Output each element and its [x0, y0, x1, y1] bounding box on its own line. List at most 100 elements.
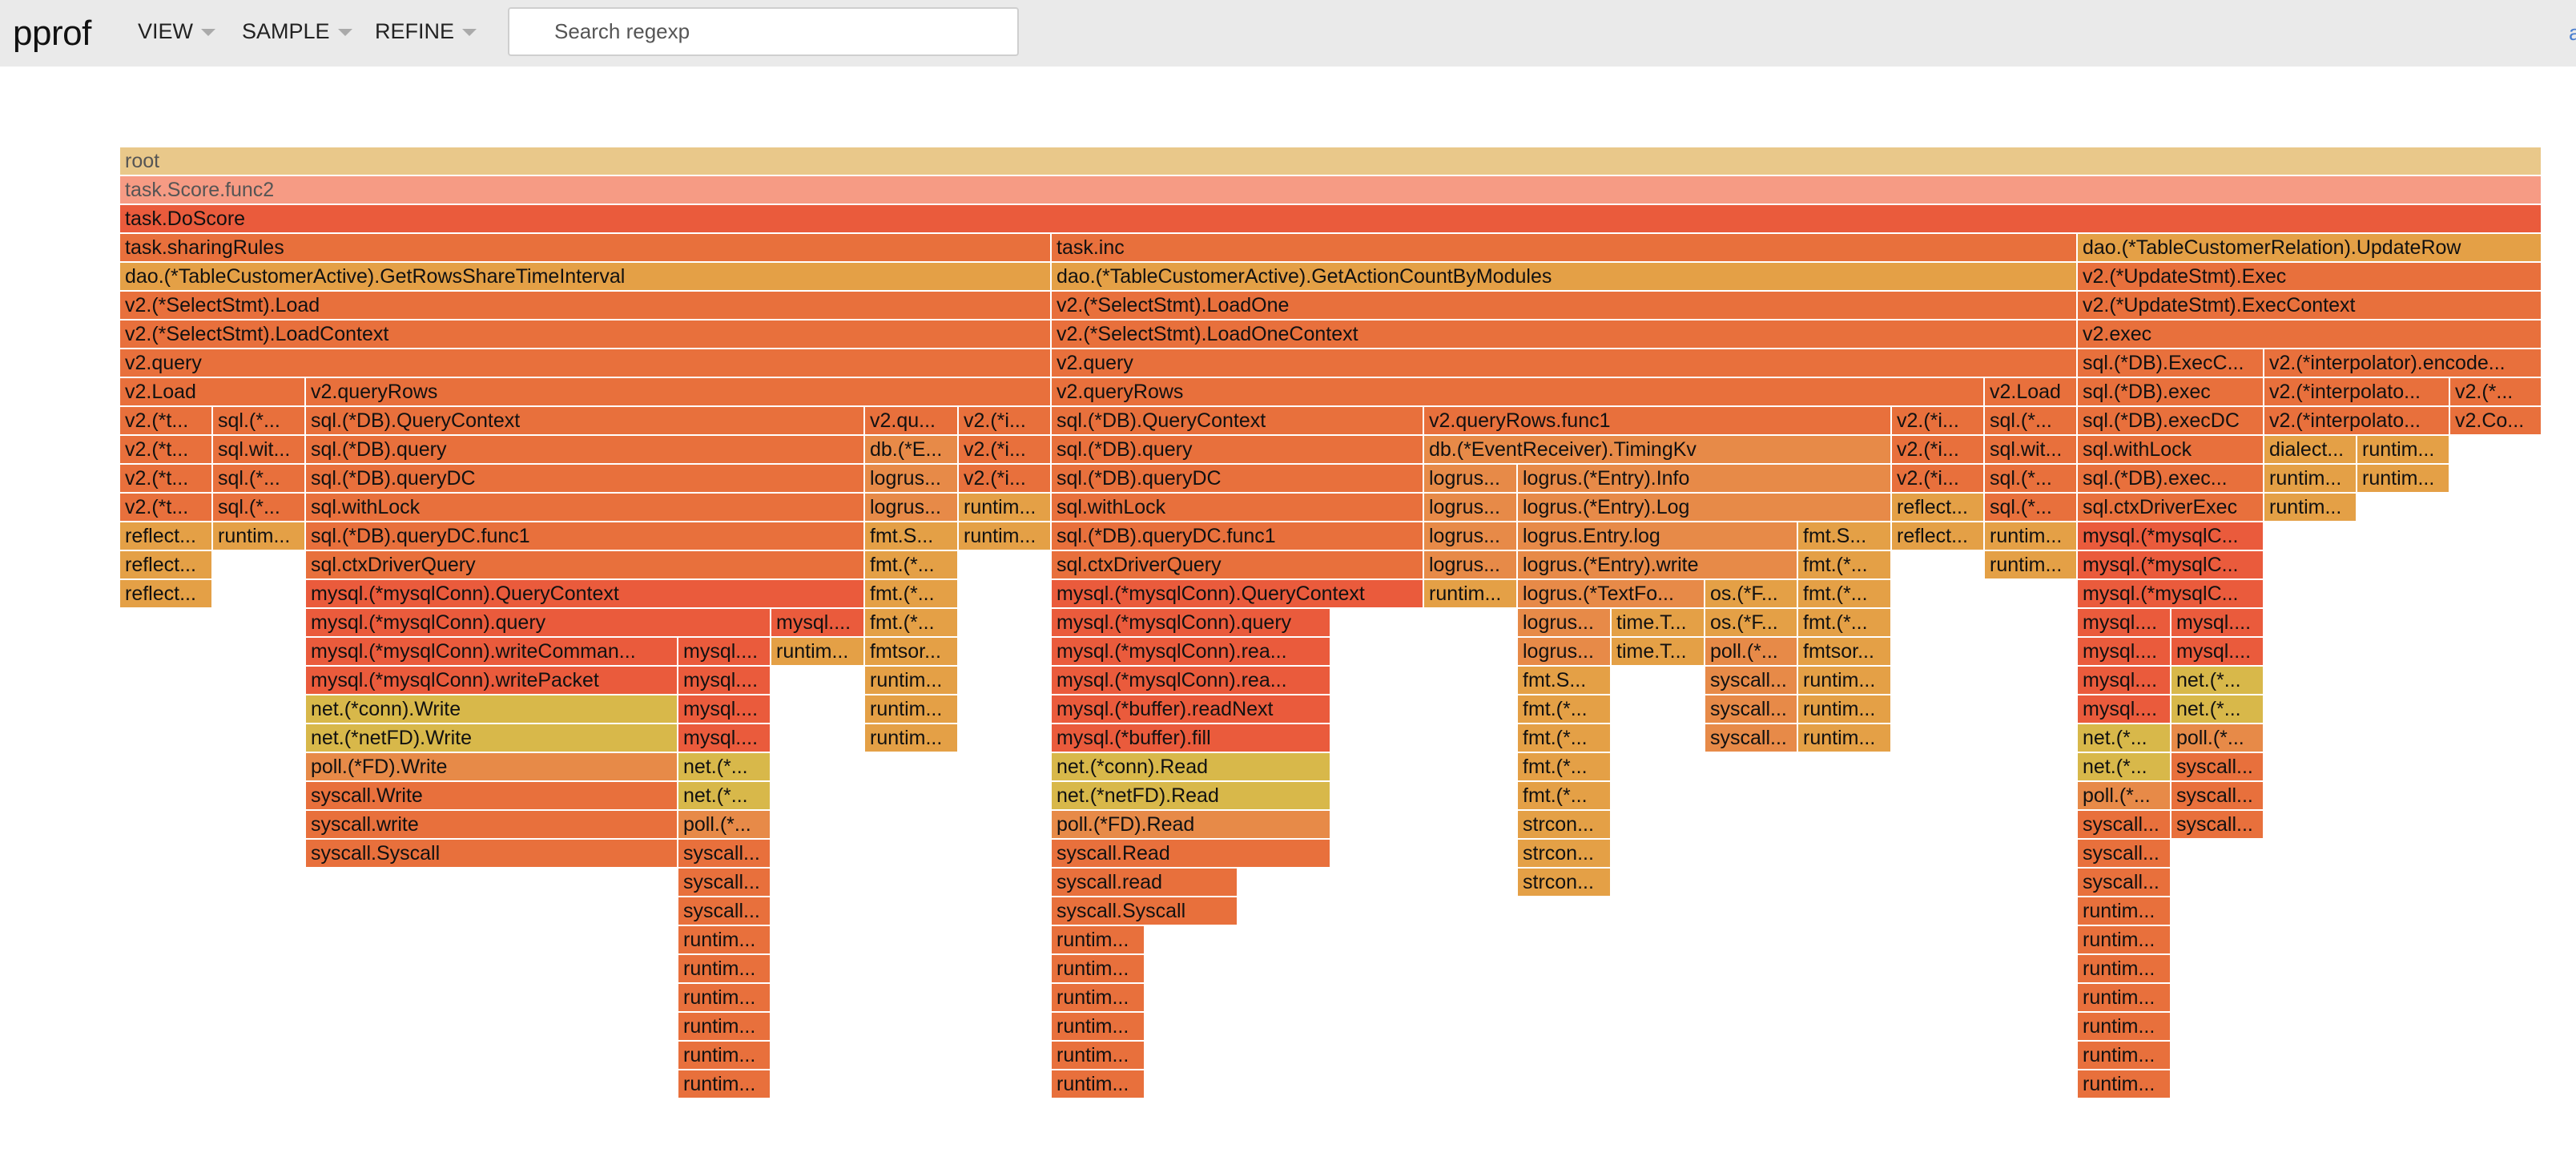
flame-frame[interactable]: time.T... [1612, 609, 1705, 638]
flame-frame[interactable]: sql.ctxDriverExec [2078, 494, 2264, 522]
flame-frame[interactable]: v2.(*SelectStmt).LoadContext [120, 320, 1052, 349]
flame-frame[interactable]: v2.(*i... [959, 465, 1052, 494]
flame-frame[interactable]: sql.withLock [306, 494, 865, 522]
flame-frame[interactable]: runtim... [1424, 580, 1518, 609]
flame-frame[interactable]: v2.(*t... [120, 465, 213, 494]
flame-frame[interactable]: runtim... [2078, 926, 2171, 955]
flame-frame[interactable]: logrus... [865, 465, 959, 494]
flame-frame[interactable]: runtim... [2264, 494, 2357, 522]
flame-frame[interactable]: logrus.(*Entry).Log [1518, 494, 1892, 522]
flame-frame[interactable]: runtim... [2357, 465, 2450, 494]
flame-frame[interactable]: v2.(*t... [120, 407, 213, 436]
flame-frame[interactable]: fmt.(*... [865, 580, 959, 609]
flame-frame[interactable]: sql.(*... [213, 407, 306, 436]
flame-frame[interactable]: reflect... [120, 551, 213, 580]
flame-frame[interactable]: mysql.(*mysqlConn).query [1052, 609, 1331, 638]
flame-frame[interactable]: os.(*F... [1705, 580, 1798, 609]
flame-frame[interactable]: v2.exec [2078, 320, 2542, 349]
flame-frame[interactable]: sql.(*DB).queryDC [306, 465, 865, 494]
flame-frame[interactable]: fmt.(*... [1518, 753, 1612, 782]
flame-frame[interactable]: v2.(*interpolator).encode... [2264, 349, 2542, 378]
flame-frame[interactable]: runtim... [1052, 955, 1145, 984]
flame-frame[interactable]: v2.(*UpdateStmt).ExecContext [2078, 292, 2542, 320]
flame-frame[interactable]: sql.(*DB).QueryContext [1052, 407, 1424, 436]
flame-frame[interactable]: sql.(*DB).exec... [2078, 465, 2264, 494]
flame-frame[interactable]: fmt.(*... [1518, 782, 1612, 811]
flame-frame[interactable]: v2.query [120, 349, 1052, 378]
flame-frame[interactable]: runtim... [1052, 1013, 1145, 1042]
flame-frame[interactable]: syscall.write [306, 811, 678, 840]
flame-frame[interactable]: mysql.(*mysqlConn).QueryContext [306, 580, 865, 609]
flame-frame[interactable]: runtim... [2078, 955, 2171, 984]
flame-frame[interactable]: runtim... [2078, 984, 2171, 1013]
flame-frame[interactable]: runtim... [959, 522, 1052, 551]
flame-frame[interactable]: v2.(*SelectStmt).Load [120, 292, 1052, 320]
flame-frame[interactable]: runtim... [2264, 465, 2357, 494]
flame-frame[interactable]: syscall... [2171, 811, 2264, 840]
flame-frame[interactable]: mysql.(*mysqlConn).query [306, 609, 771, 638]
flame-frame[interactable]: syscall... [678, 897, 771, 926]
flame-frame[interactable]: mysql.... [771, 609, 865, 638]
flame-frame[interactable]: dao.(*TableCustomerRelation).UpdateRow [2078, 234, 2542, 263]
flame-frame[interactable]: syscall.Syscall [1052, 897, 1238, 926]
flame-frame[interactable]: reflect... [120, 580, 213, 609]
flame-frame[interactable]: fmt.S... [1518, 667, 1612, 695]
flame-frame[interactable]: v2.(*... [2450, 378, 2542, 407]
flame-frame[interactable]: v2.(*UpdateStmt).Exec [2078, 263, 2542, 292]
flame-frame[interactable]: v2.(*i... [1892, 465, 1985, 494]
flame-frame[interactable]: fmt.(*... [865, 551, 959, 580]
flame-frame[interactable]: logrus... [1424, 551, 1518, 580]
flame-frame[interactable]: strcon... [1518, 869, 1612, 897]
flame-frame[interactable]: net.(*... [2171, 667, 2264, 695]
flame-frame[interactable]: net.(*conn).Write [306, 695, 678, 724]
flame-frame[interactable]: mysql.... [2171, 638, 2264, 667]
flame-frame[interactable]: net.(*netFD).Read [1052, 782, 1331, 811]
flame-frame[interactable]: runtim... [865, 695, 959, 724]
flame-frame[interactable]: runtim... [1798, 667, 1892, 695]
flame-frame[interactable]: fmt.(*... [1518, 695, 1612, 724]
flame-frame[interactable]: v2.(*SelectStmt).LoadOne [1052, 292, 2078, 320]
flame-frame[interactable]: fmt.(*... [1518, 724, 1612, 753]
flame-frame[interactable]: v2.(*i... [1892, 407, 1985, 436]
flame-frame[interactable]: syscall... [2078, 840, 2171, 869]
flame-frame[interactable]: task.inc [1052, 234, 2078, 263]
flame-frame[interactable]: runtim... [771, 638, 865, 667]
flame-frame[interactable]: v2.(*interpolato... [2264, 407, 2450, 436]
flame-frame[interactable]: v2.query [1052, 349, 2078, 378]
flame-frame[interactable]: sql.(*... [213, 465, 306, 494]
flame-frame[interactable]: v2.(*i... [959, 436, 1052, 465]
flame-frame[interactable]: logrus... [1424, 465, 1518, 494]
flame-frame[interactable]: v2.queryRows [1052, 378, 1985, 407]
flame-frame[interactable]: strcon... [1518, 811, 1612, 840]
flame-frame[interactable]: mysql.... [678, 695, 771, 724]
flame-frame[interactable]: syscall.read [1052, 869, 1238, 897]
flame-frame[interactable]: runtim... [678, 1042, 771, 1070]
flame-frame[interactable]: dialect... [2264, 436, 2357, 465]
flame-frame[interactable]: runtim... [2078, 1013, 2171, 1042]
flame-frame[interactable]: fmt.S... [865, 522, 959, 551]
flame-frame[interactable]: mysql.(*mysqlConn).QueryContext [1052, 580, 1424, 609]
flame-frame[interactable]: syscall... [678, 869, 771, 897]
flame-frame[interactable]: sql.wit... [213, 436, 306, 465]
flame-frame[interactable]: mysql.(*mysqlConn).writeComman... [306, 638, 678, 667]
flame-frame[interactable]: poll.(*... [678, 811, 771, 840]
flame-frame[interactable]: syscall... [2171, 782, 2264, 811]
flame-frame[interactable]: logrus.(*Entry).write [1518, 551, 1798, 580]
flame-frame[interactable]: v2.(*t... [120, 494, 213, 522]
flame-frame[interactable]: os.(*F... [1705, 609, 1798, 638]
flame-frame[interactable]: mysql.(*mysqlC... [2078, 580, 2264, 609]
flame-frame[interactable]: logrus... [1518, 609, 1612, 638]
flame-frame[interactable]: mysql.... [2078, 638, 2171, 667]
flame-frame[interactable]: syscall... [2078, 811, 2171, 840]
flame-frame[interactable]: db.(*EventReceiver).TimingKv [1424, 436, 1892, 465]
flame-frame[interactable]: net.(*... [678, 753, 771, 782]
flame-frame[interactable]: mysql.(*mysqlConn).rea... [1052, 638, 1331, 667]
flame-frame[interactable]: sql.(*DB).query [1052, 436, 1424, 465]
flame-frame[interactable]: mysql.... [678, 724, 771, 753]
flame-frame[interactable]: poll.(*... [1705, 638, 1798, 667]
flame-frame[interactable]: v2.queryRows.func1 [1424, 407, 1892, 436]
flame-frame[interactable]: runtim... [2078, 897, 2171, 926]
flame-frame[interactable]: runtim... [959, 494, 1052, 522]
flame-frame[interactable]: task.Score.func2 [120, 176, 2542, 205]
flame-frame[interactable]: syscall.Syscall [306, 840, 678, 869]
